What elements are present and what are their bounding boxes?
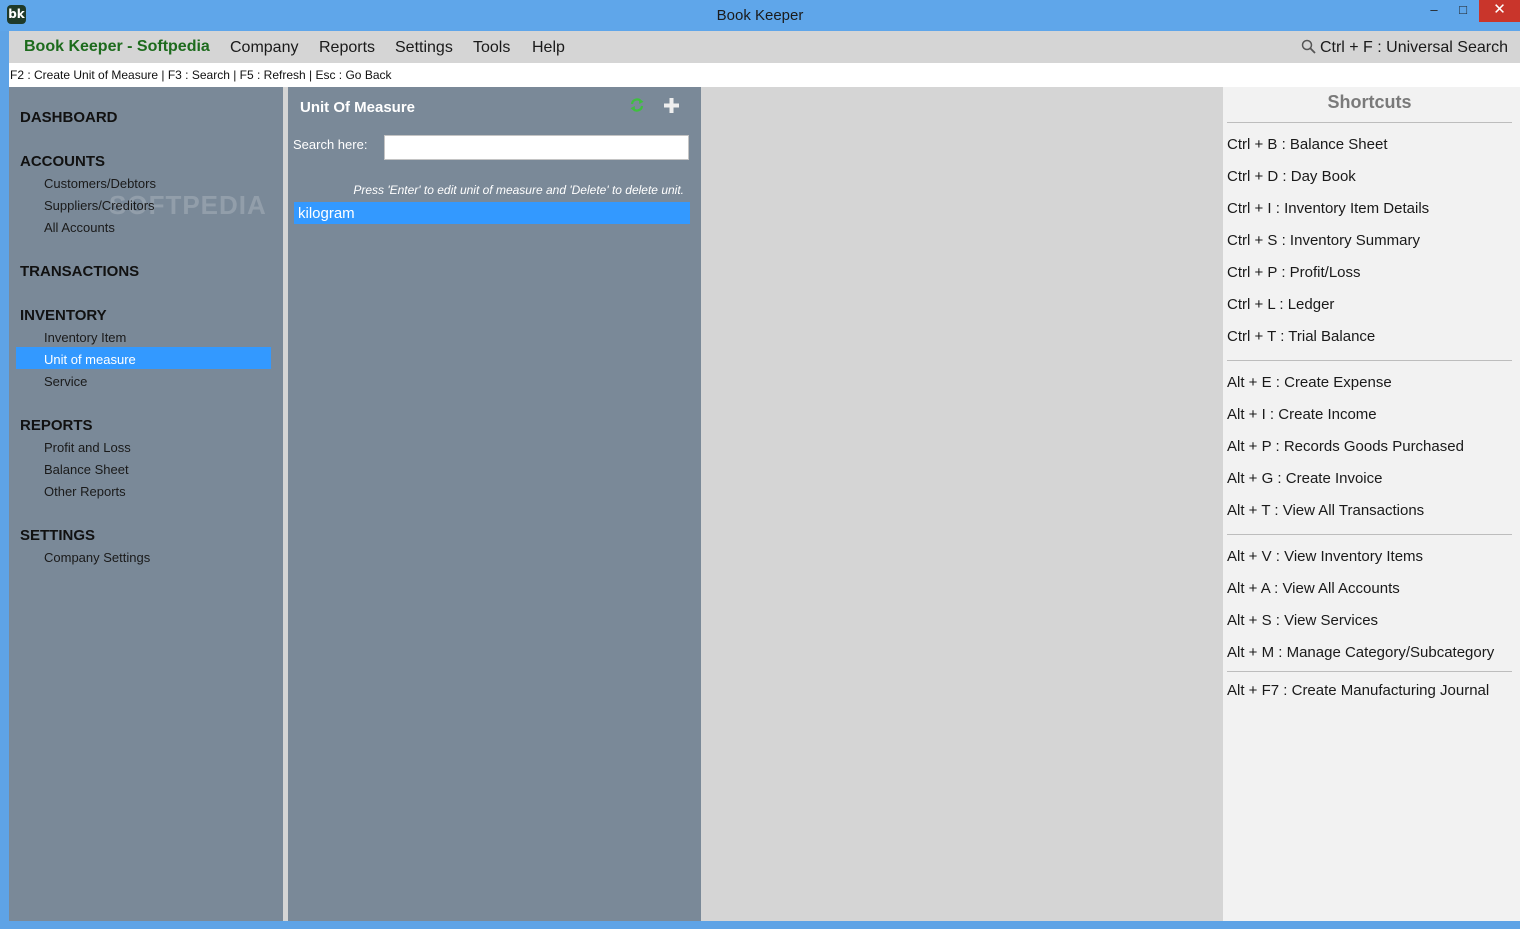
sidebar-item-profit-loss[interactable]: Profit and Loss — [44, 440, 131, 455]
title-bar: bk Book Keeper – □ ✕ — [0, 0, 1520, 31]
universal-search-button[interactable]: Ctrl + F : Universal Search — [1301, 39, 1508, 57]
shortcut-hint-bar: F2 : Create Unit of Measure | F3 : Searc… — [9, 63, 1520, 87]
shortcuts-title: Shortcuts — [1327, 92, 1412, 112]
universal-search-label: Ctrl + F : Universal Search — [1319, 39, 1508, 56]
shortcuts-divider — [1227, 122, 1512, 123]
shortcut-item: Ctrl + S : Inventory Summary — [1227, 232, 1420, 249]
list-item-label: kilogram — [298, 205, 355, 222]
shortcut-item: Alt + V : View Inventory Items — [1227, 548, 1424, 565]
menu-reports[interactable]: Reports — [319, 39, 375, 57]
brand-title[interactable]: Book Keeper - Softpedia — [24, 38, 210, 56]
shortcut-item: Ctrl + P : Profit/Loss — [1227, 264, 1361, 281]
sidebar-section-settings[interactable]: SETTINGS — [20, 527, 95, 544]
shortcut-hint-text: F2 : Create Unit of Measure | F3 : Searc… — [10, 68, 392, 82]
shortcut-item: Alt + M : Manage Category/Subcategory — [1227, 644, 1495, 661]
sidebar-section-accounts[interactable]: ACCOUNTS — [20, 153, 105, 170]
menu-settings[interactable]: Settings — [395, 39, 453, 57]
shortcut-item: Ctrl + B : Balance Sheet — [1227, 136, 1388, 153]
shortcut-item: Ctrl + T : Trial Balance — [1227, 328, 1376, 345]
sidebar-section-dashboard[interactable]: DASHBOARD — [20, 109, 118, 126]
shortcuts-divider — [1227, 534, 1512, 535]
sidebar-item-inventory-item[interactable]: Inventory Item — [44, 330, 126, 345]
window-bottom-border — [0, 921, 1520, 929]
shortcut-item: Alt + I : Create Income — [1227, 406, 1377, 423]
search-label: Search here: — [293, 137, 368, 152]
sidebar-item-customers[interactable]: Customers/Debtors — [44, 176, 156, 191]
shortcut-item: Alt + E : Create Expense — [1227, 374, 1392, 391]
menu-help[interactable]: Help — [532, 39, 565, 57]
refresh-icon[interactable] — [629, 97, 645, 113]
shortcut-item: Alt + A : View All Accounts — [1227, 580, 1400, 597]
sidebar: SOFTPEDIA DASHBOARD ACCOUNTS Customers/D… — [9, 87, 283, 921]
shortcuts-panel: Shortcuts Ctrl + B : Balance Sheet Ctrl … — [1223, 87, 1520, 921]
shortcut-item: Alt + G : Create Invoice — [1227, 470, 1383, 487]
menu-bar: Book Keeper - Softpedia Company Reports … — [9, 31, 1520, 63]
sidebar-item-company-settings[interactable]: Company Settings — [44, 550, 150, 565]
shortcut-item: Ctrl + L : Ledger — [1227, 296, 1335, 313]
sidebar-item-all-accounts[interactable]: All Accounts — [44, 220, 115, 235]
shortcuts-divider — [1227, 360, 1512, 361]
sidebar-item-unit-of-measure[interactable]: Unit of measure — [44, 352, 136, 367]
sidebar-section-transactions[interactable]: TRANSACTIONS — [20, 263, 139, 280]
menu-tools[interactable]: Tools — [473, 39, 510, 57]
window-title: Book Keeper — [716, 7, 804, 24]
shortcut-item: Alt + P : Records Goods Purchased — [1227, 438, 1464, 455]
minimize-button[interactable]: – — [1424, 0, 1444, 22]
shortcut-item: Alt + S : View Services — [1227, 612, 1379, 629]
list-hint-text: Press 'Enter' to edit unit of measure an… — [353, 183, 684, 197]
menu-company[interactable]: Company — [230, 39, 298, 57]
main-area: SOFTPEDIA DASHBOARD ACCOUNTS Customers/D… — [9, 87, 1520, 921]
unit-of-measure-panel: Unit Of Measure Search here: Press 'Ente… — [288, 87, 701, 921]
search-icon — [1301, 39, 1316, 54]
sidebar-item-service[interactable]: Service — [44, 374, 87, 389]
shortcut-item: Alt + T : View All Transactions — [1227, 502, 1425, 519]
shortcuts-divider — [1227, 671, 1512, 672]
plus-icon[interactable] — [664, 98, 679, 113]
sidebar-section-reports[interactable]: REPORTS — [20, 417, 93, 434]
shortcut-item: Ctrl + I : Inventory Item Details — [1227, 200, 1430, 217]
search-input[interactable] — [384, 135, 689, 160]
close-button[interactable]: ✕ — [1479, 0, 1520, 22]
sidebar-item-balance-sheet[interactable]: Balance Sheet — [44, 462, 129, 477]
list-item[interactable]: kilogram — [294, 202, 690, 224]
shortcut-item: Ctrl + D : Day Book — [1227, 168, 1356, 185]
shortcut-item: Alt + F7 : Create Manufacturing Journal — [1227, 682, 1490, 699]
panel-title: Unit Of Measure — [300, 99, 416, 116]
sidebar-section-inventory[interactable]: INVENTORY — [20, 307, 107, 324]
sidebar-item-other-reports[interactable]: Other Reports — [44, 484, 126, 499]
sidebar-item-suppliers[interactable]: Suppliers/Creditors — [44, 198, 155, 213]
maximize-button[interactable]: □ — [1452, 0, 1474, 22]
